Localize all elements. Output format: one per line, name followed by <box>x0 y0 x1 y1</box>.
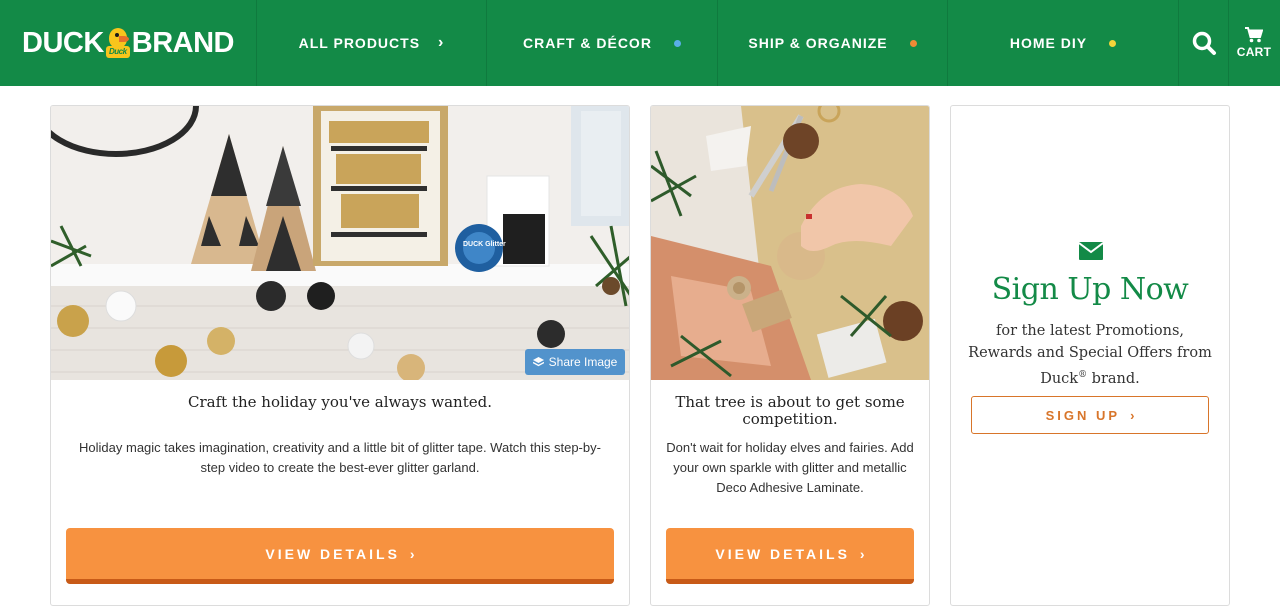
card-description: Don't wait for holiday elves and fairies… <box>666 440 914 495</box>
logo-wordmark: DUCK Duck BRAND <box>22 26 235 60</box>
view-details-button[interactable]: VIEW DETAILS › <box>666 528 914 584</box>
button-label: VIEW DETAILS <box>265 545 400 562</box>
nav-home-diy[interactable]: HOME DIY <box>948 0 1179 86</box>
card-title: Craft the holiday you've always wanted. <box>188 393 492 411</box>
promo-card-glitter-garland: DUCK Glitter Share Image Craft the holid… <box>50 105 630 606</box>
cart-button[interactable]: CART <box>1229 0 1279 86</box>
logo-text-left: DUCK <box>22 26 104 59</box>
brand-logo[interactable]: DUCK Duck BRAND <box>0 0 257 86</box>
promo-card-deco-laminate: That tree is about to get some competiti… <box>650 105 930 606</box>
category-dot-icon <box>673 39 681 47</box>
view-details-button[interactable]: VIEW DETAILS › <box>66 528 614 584</box>
duck-mascot-icon: Duck <box>105 26 131 60</box>
share-image-button[interactable]: Share Image <box>525 349 625 375</box>
search-icon <box>1192 31 1216 55</box>
category-dot-icon <box>1109 39 1117 47</box>
chevron-right-icon: › <box>409 545 415 562</box>
cart-label: CART <box>1236 45 1272 59</box>
nav-label: SHIP & ORGANIZE <box>748 35 888 51</box>
tape-label: DUCK Glitter <box>463 241 506 248</box>
share-image-label: Share Image <box>548 355 618 369</box>
logo-text-right: BRAND <box>131 26 235 59</box>
signup-description: for the latest Promotions, Rewards and S… <box>966 320 1214 390</box>
nav-ship-organize[interactable]: SHIP & ORGANIZE <box>718 0 948 86</box>
card-description: Holiday magic takes imagination, creativ… <box>79 440 601 475</box>
nav-label: HOME DIY <box>1009 35 1088 51</box>
nav-label: CRAFT & DÉCOR <box>523 35 652 51</box>
layers-icon <box>532 356 544 366</box>
registered-mark: ® <box>1078 370 1088 380</box>
holiday-mantel-image: DUCK Glitter Share Image <box>51 106 629 380</box>
newsletter-signup-card: Sign Up Now for the latest Promotions, R… <box>950 105 1230 606</box>
nav-label: ALL PRODUCTS <box>298 35 421 51</box>
button-label: SIGN UP <box>1045 407 1121 423</box>
signup-description-suffix: brand. <box>1087 370 1140 387</box>
site-header: DUCK Duck BRAND ALL PRODUCTS › CRAFT & D… <box>0 0 1280 86</box>
gift-wrapping-image <box>651 106 929 380</box>
nav-craft-decor[interactable]: CRAFT & DÉCOR <box>487 0 718 86</box>
chevron-right-icon: › <box>1130 407 1135 423</box>
cart-icon <box>1245 27 1263 43</box>
signup-title: Sign Up Now <box>991 272 1189 307</box>
category-dot-icon <box>909 39 917 47</box>
search-button[interactable] <box>1179 0 1229 86</box>
chevron-right-icon: › <box>859 545 865 562</box>
nav-all-products[interactable]: ALL PRODUCTS › <box>257 0 487 86</box>
sign-up-button[interactable]: SIGN UP › <box>971 396 1209 434</box>
envelope-icon <box>1079 242 1103 260</box>
button-label: VIEW DETAILS <box>715 545 850 562</box>
logo-badge: Duck <box>105 46 130 58</box>
chevron-right-icon: › <box>438 34 445 51</box>
card-title: That tree is about to get some competiti… <box>675 393 905 428</box>
